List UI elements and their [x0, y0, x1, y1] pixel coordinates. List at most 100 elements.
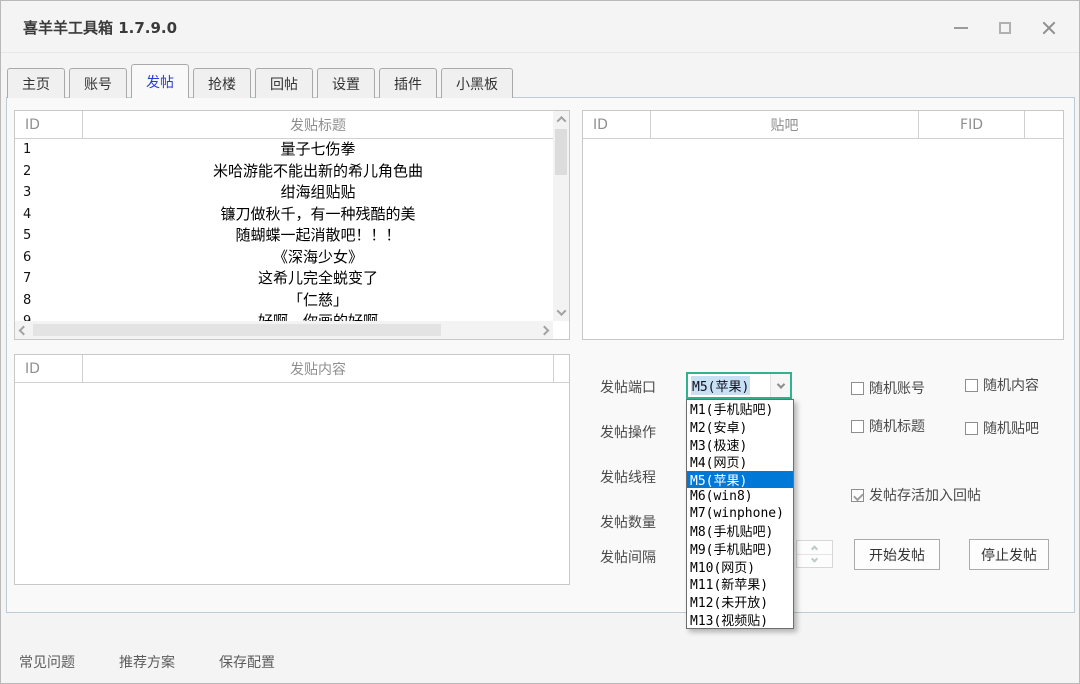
table-row[interactable]: 3绀海组贴贴 [15, 182, 553, 204]
tieba-list-header: ID 贴吧 FID [583, 111, 1063, 139]
column-header-post-content[interactable]: 发贴内容 [83, 355, 554, 382]
app-title: 喜羊羊工具箱 1.7.9.0 [23, 17, 177, 38]
combobox-dropdown-button[interactable] [770, 374, 790, 397]
column-header-id[interactable]: ID [15, 355, 83, 382]
start-posting-button[interactable]: 开始发帖 [854, 539, 940, 570]
row-id: 5 [15, 228, 83, 243]
row-title: 好啊，你画的好啊 [83, 311, 553, 321]
dropdown-option[interactable]: M9(手机贴吧) [687, 540, 793, 558]
checkbox-label: 发帖存活加入回帖 [869, 485, 981, 505]
column-header-tieba[interactable]: 贴吧 [651, 111, 919, 138]
post-title-list[interactable]: ID 发贴标题 1量子七伤拳 2米哈游能不能出新的希儿角色曲 3绀海组贴贴 4镰… [14, 110, 570, 340]
checkbox-icon [965, 422, 978, 435]
post-title-rows: 1量子七伤拳 2米哈游能不能出新的希儿角色曲 3绀海组贴贴 4镰刀做秋千，有一种… [15, 139, 553, 321]
checkbox-label: 随机标题 [869, 416, 925, 436]
checkbox-icon [851, 382, 864, 395]
dropdown-option[interactable]: M11(新苹果) [687, 575, 793, 593]
column-header-fid[interactable]: FID [919, 111, 1025, 138]
checkbox-icon [965, 379, 978, 392]
scroll-left-button[interactable] [15, 321, 32, 339]
close-button[interactable] [1033, 15, 1065, 41]
dropdown-option[interactable]: M12(未开放) [687, 593, 793, 611]
chevron-down-icon [776, 380, 784, 388]
row-id: 6 [15, 250, 83, 265]
stop-posting-button[interactable]: 停止发帖 [969, 539, 1049, 570]
scrollbar-thumb[interactable] [555, 129, 567, 175]
table-row[interactable]: 4镰刀做秋千，有一种残酷的美 [15, 204, 553, 226]
minimize-button[interactable] [945, 15, 977, 41]
checkbox-random-account[interactable]: 随机账号 [851, 378, 925, 398]
row-title: 米哈游能不能出新的希儿角色曲 [83, 161, 553, 183]
tab-account[interactable]: 账号 [69, 68, 127, 98]
spinner-down-button[interactable] [797, 555, 832, 568]
tab-settings[interactable]: 设置 [317, 68, 375, 98]
post-port-combobox[interactable]: M5(苹果) [686, 372, 792, 399]
row-id: 3 [15, 185, 83, 200]
row-title: 《深海少女》 [83, 247, 553, 269]
dropdown-option[interactable]: M6(win8) [687, 488, 793, 505]
tab-home[interactable]: 主页 [7, 68, 65, 98]
column-header-post-title[interactable]: 发贴标题 [83, 111, 554, 138]
column-header-id[interactable]: ID [15, 111, 83, 138]
scroll-down-button[interactable] [553, 304, 569, 321]
checkbox-checked-icon [851, 489, 864, 502]
tab-post[interactable]: 发帖 [131, 64, 189, 98]
checkbox-random-tieba[interactable]: 随机贴吧 [965, 418, 1039, 438]
save-config-link[interactable]: 保存配置 [219, 652, 275, 672]
table-row[interactable]: 5随蝴蝶一起消散吧！！！ [15, 225, 553, 247]
dropdown-option[interactable]: M4(网页) [687, 453, 793, 471]
table-row[interactable]: 6《深海少女》 [15, 247, 553, 269]
column-header-id[interactable]: ID [583, 111, 651, 138]
combobox-value: M5(苹果) [688, 374, 770, 397]
post-count-label: 发帖数量 [600, 512, 656, 532]
dropdown-option[interactable]: M7(winphone) [687, 505, 793, 522]
row-title: 绀海组贴贴 [83, 182, 553, 204]
faq-link[interactable]: 常见问题 [19, 652, 75, 672]
scroll-right-button[interactable] [536, 321, 553, 339]
horizontal-scrollbar[interactable] [15, 321, 553, 339]
titlebar: 喜羊羊工具箱 1.7.9.0 [1, 1, 1079, 53]
checkbox-random-content[interactable]: 随机内容 [965, 375, 1039, 395]
row-title: 这希儿完全蜕变了 [83, 268, 553, 290]
tieba-list[interactable]: ID 贴吧 FID [582, 110, 1064, 340]
dropdown-option[interactable]: M13(视频贴) [687, 610, 793, 628]
dropdown-option[interactable]: M2(安卓) [687, 418, 793, 436]
scroll-up-button[interactable] [553, 111, 569, 128]
post-content-list-header: ID 发贴内容 [15, 355, 569, 383]
dropdown-option[interactable]: M3(极速) [687, 435, 793, 453]
minimize-icon [954, 27, 968, 29]
checkbox-random-title[interactable]: 随机标题 [851, 416, 925, 436]
tab-grab-floor[interactable]: 抢楼 [193, 68, 251, 98]
chevron-right-icon [540, 325, 550, 335]
tab-reply[interactable]: 回帖 [255, 68, 313, 98]
row-id: 9 [15, 314, 83, 321]
row-id: 8 [15, 293, 83, 308]
post-content-list[interactable]: ID 发贴内容 [14, 354, 570, 585]
dropdown-option[interactable]: M1(手机贴吧) [687, 400, 793, 418]
table-row[interactable]: 8「仁慈」 [15, 290, 553, 312]
maximize-icon [999, 22, 1011, 34]
checkbox-label: 随机账号 [869, 378, 925, 398]
checkbox-post-survive-join-reply[interactable]: 发帖存活加入回帖 [851, 485, 981, 505]
row-id: 1 [15, 142, 83, 157]
row-id: 4 [15, 207, 83, 222]
app-window: 喜羊羊工具箱 1.7.9.0 主页 账号 发帖 抢楼 回帖 设置 插件 小黑板 … [0, 0, 1080, 684]
dropdown-option[interactable]: M10(网页) [687, 557, 793, 575]
vertical-scrollbar[interactable] [553, 111, 569, 321]
tab-blackboard[interactable]: 小黑板 [441, 68, 513, 98]
table-row[interactable]: 2米哈游能不能出新的希儿角色曲 [15, 161, 553, 183]
chevron-left-icon [19, 325, 29, 335]
table-row[interactable]: 7这希儿完全蜕变了 [15, 268, 553, 290]
column-header-spacer [1025, 111, 1063, 138]
column-header-spacer [554, 355, 569, 382]
tab-strip: 主页 账号 发帖 抢楼 回帖 设置 插件 小黑板 [7, 64, 513, 98]
maximize-button[interactable] [989, 15, 1021, 41]
dropdown-option-selected[interactable]: M5(苹果) [687, 471, 793, 489]
scrollbar-thumb[interactable] [33, 324, 441, 336]
recommended-plan-link[interactable]: 推荐方案 [119, 652, 175, 672]
table-row[interactable]: 9好啊，你画的好啊 [15, 311, 553, 321]
tab-plugins[interactable]: 插件 [379, 68, 437, 98]
spinner-up-button[interactable] [797, 541, 832, 555]
dropdown-option[interactable]: M8(手机贴吧) [687, 522, 793, 540]
table-row[interactable]: 1量子七伤拳 [15, 139, 553, 161]
